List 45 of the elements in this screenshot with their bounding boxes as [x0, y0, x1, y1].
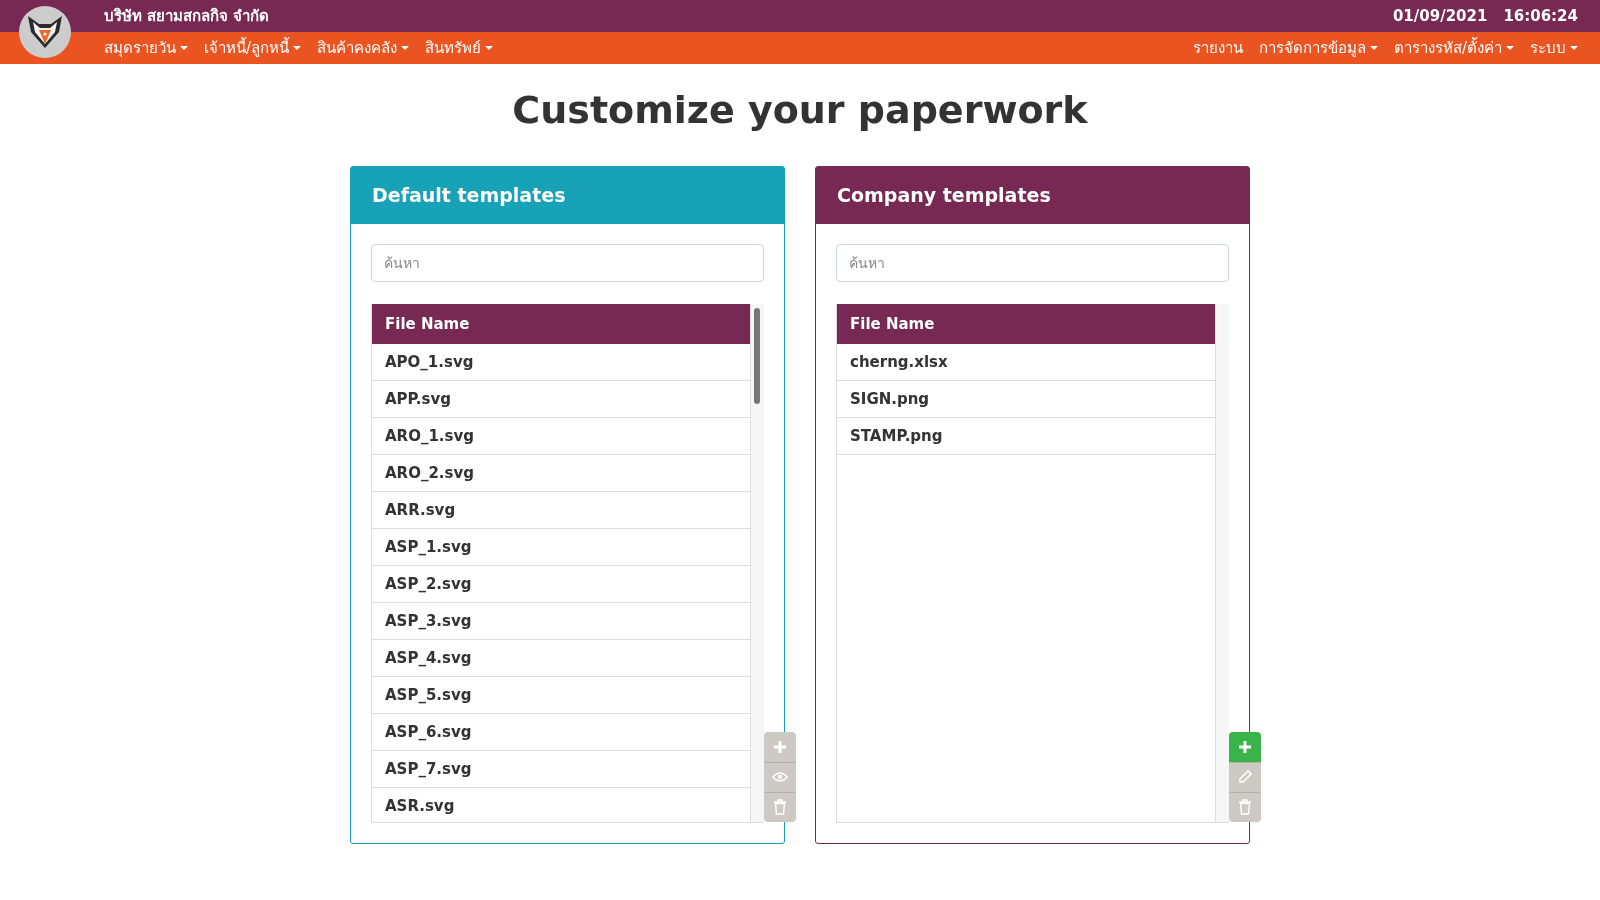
search-field[interactable]: ค้นหา	[836, 243, 1229, 282]
table-row[interactable]: ARR.svg	[372, 491, 751, 529]
panel-header: Company templates	[816, 166, 1249, 224]
table-row[interactable]: SIGN.png	[837, 380, 1216, 418]
menu-item[interactable]: รายงาน	[1192, 36, 1243, 60]
search-field[interactable]: ค้นหา	[371, 243, 764, 282]
table-row[interactable]: ASP_7.svg	[372, 750, 751, 788]
company-name: บริษัท สยามสกลกิจ จำกัด	[104, 6, 270, 27]
table-row[interactable]: cherng.xlsx	[837, 343, 1216, 381]
menu-item[interactable]: สินค้าคงคลัง	[317, 36, 410, 60]
trash-icon	[1238, 799, 1252, 816]
eye-icon	[772, 771, 788, 784]
table-row[interactable]: ASP_4.svg	[372, 639, 751, 677]
time-text: 16:06:24	[1503, 7, 1578, 25]
panel-header: Default templates	[351, 166, 784, 224]
plus-icon	[772, 738, 788, 755]
menu-item[interactable]: การจัดการข้อมูล	[1258, 36, 1378, 60]
table-row[interactable]: STAMP.png	[837, 417, 1216, 455]
table-row[interactable]: APO_1.svg	[372, 343, 751, 381]
table-row[interactable]: ASP_6.svg	[372, 713, 751, 751]
column-header: File Name	[372, 303, 751, 344]
table-row[interactable]: ASP_2.svg	[372, 565, 751, 603]
date-text: 01/09/2021	[1392, 7, 1488, 25]
menu-item[interactable]: เจ้าหนี้/ลูกหนี้	[204, 36, 302, 60]
column-header: File Name	[837, 303, 1216, 344]
scrollbar-track[interactable]	[1216, 303, 1229, 822]
table-row[interactable]: ARO_1.svg	[372, 417, 751, 455]
fox-logo-icon[interactable]	[19, 6, 71, 58]
table-row[interactable]: ASP_5.svg	[372, 676, 751, 714]
table-row[interactable]: APP.svg	[372, 380, 751, 418]
page-title: Customize your paperwork	[511, 88, 1089, 134]
menu-item[interactable]: ระบบ	[1530, 36, 1578, 60]
table-row[interactable]: ASR.svg	[372, 787, 751, 822]
trash-icon	[773, 799, 787, 816]
table-row[interactable]: ARO_2.svg	[372, 454, 751, 492]
add-button[interactable]	[1229, 731, 1261, 762]
pencil-icon	[1237, 769, 1253, 786]
scrollbar-track[interactable]	[751, 303, 764, 822]
menu-item[interactable]: สินทรัพย์	[425, 36, 494, 60]
table-row[interactable]: ASP_3.svg	[372, 602, 751, 640]
table-row[interactable]: ASP_1.svg	[372, 528, 751, 566]
menu-item[interactable]: ตารางรหัส/ตั้งค่า	[1393, 36, 1514, 60]
menu-item[interactable]: สมุดรายวัน	[104, 36, 188, 60]
plus-icon	[1237, 738, 1253, 755]
scrollbar-thumb[interactable]	[754, 307, 761, 404]
